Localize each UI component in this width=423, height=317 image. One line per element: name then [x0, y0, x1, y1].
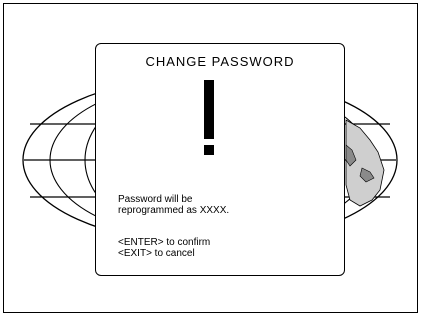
message-line-1: Password will be	[118, 194, 193, 205]
confirm-hint: <ENTER> to confirm	[118, 237, 211, 248]
change-password-dialog: CHANGE PASSWORD Password will be reprogr…	[95, 43, 345, 276]
exclamation-icon	[203, 80, 217, 162]
password-message: Password will be reprogrammed as XXXX.	[118, 194, 229, 216]
key-hints: <ENTER> to confirm <EXIT> to cancel	[118, 237, 210, 259]
dialog-title: CHANGE PASSWORD	[145, 54, 295, 69]
message-line-2: reprogrammed as XXXX.	[118, 205, 230, 216]
cancel-hint: <EXIT> to cancel	[118, 248, 195, 259]
